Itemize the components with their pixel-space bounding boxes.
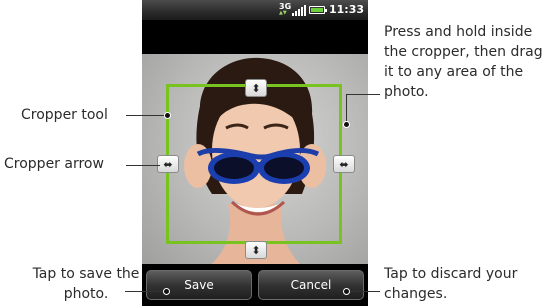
phone-screen: 3G ▲▼ 11:33 ⬍ ⬍ ⬌ ⬌ Save Cancel <box>142 0 368 306</box>
callout-cropper-tool: Cropper tool <box>21 107 108 123</box>
left-right-arrow-icon[interactable]: ⬌ <box>333 155 355 173</box>
network-indicator: 3G ▲▼ <box>279 2 292 16</box>
leader-line <box>346 94 347 124</box>
up-down-arrow-icon[interactable]: ⬍ <box>245 79 267 97</box>
battery-icon <box>309 6 327 14</box>
leader-dot <box>343 121 350 128</box>
photo[interactable]: ⬍ ⬍ ⬌ ⬌ <box>142 54 368 272</box>
leader-line <box>125 291 167 292</box>
callout-cropper-arrow: Cropper arrow <box>4 156 104 172</box>
up-down-arrow-icon[interactable]: ⬍ <box>245 241 267 259</box>
leader-line <box>346 94 380 95</box>
leader-dot <box>343 288 350 295</box>
leader-dot <box>163 288 170 295</box>
cancel-button[interactable]: Cancel <box>258 270 364 300</box>
leader-line <box>126 115 168 116</box>
leader-line <box>126 165 160 166</box>
leader-dot <box>164 112 171 119</box>
left-right-arrow-icon[interactable]: ⬌ <box>157 155 179 173</box>
leader-line <box>346 291 380 292</box>
cropper-box[interactable] <box>166 84 342 244</box>
callout-cancel: Tap to discard your changes. <box>384 266 518 302</box>
save-button[interactable]: Save <box>146 270 252 300</box>
clock: 11:33 <box>329 3 365 16</box>
callout-drag: Press and hold inside the cropper, then … <box>384 24 543 100</box>
callout-save: Tap to save the photo. <box>32 266 140 302</box>
action-bar: Save Cancel <box>142 264 368 306</box>
status-bar: 3G ▲▼ 11:33 <box>142 0 368 20</box>
signal-icon <box>292 5 306 16</box>
